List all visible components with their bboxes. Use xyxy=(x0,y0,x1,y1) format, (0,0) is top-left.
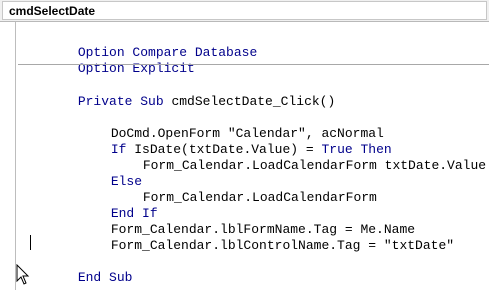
code-text: Form_Calendar.LoadCalendarForm txtDate.V… xyxy=(142,158,487,173)
code-line-end-if: End If xyxy=(64,191,158,221)
code-line-end-sub: End Sub xyxy=(31,255,133,285)
procedure-bar: cmdSelectDate xyxy=(0,0,489,22)
code-line-if: If IsDate(txtDate.Value) = True Then xyxy=(64,127,392,157)
keyword: Private Sub xyxy=(77,94,164,109)
procedure-dropdown-value: cmdSelectDate xyxy=(9,4,96,18)
code-editor[interactable]: Option Compare Database Option Explicit … xyxy=(0,22,489,290)
code-line-sub-header: Private Sub cmdSelectDate_Click() xyxy=(31,79,335,109)
code-text: Form_Calendar.LoadCalendarForm xyxy=(142,190,377,205)
margin-divider xyxy=(15,22,16,290)
mouse-pointer-icon xyxy=(16,263,30,286)
margin-indicator-bar[interactable] xyxy=(0,22,15,290)
code-line-option-explicit: Option Explicit xyxy=(31,46,195,76)
code-line-option-compare: Option Compare Database xyxy=(31,30,257,60)
code-window: cmdSelectDate Option Compare Database Op… xyxy=(0,0,489,290)
code-text: Form_Calendar.lblControlName.Tag = "txtD… xyxy=(110,238,455,253)
code-line-else: Else xyxy=(64,159,142,189)
keyword: End Sub xyxy=(77,270,133,285)
code-line-open-form: DoCmd.OpenForm "Calendar", acNormal xyxy=(64,111,384,141)
code-line-tag-form: Form_Calendar.lblFormName.Tag = Me.Name xyxy=(64,207,415,237)
code-text: cmdSelectDate_Click() xyxy=(163,94,336,109)
code-line-load-with-value: Form_Calendar.LoadCalendarForm txtDate.V… xyxy=(96,143,486,173)
text-caret xyxy=(30,235,31,250)
procedure-dropdown[interactable]: cmdSelectDate xyxy=(2,1,487,20)
code-line-tag-control: Form_Calendar.lblControlName.Tag = "txtD… xyxy=(64,223,454,253)
code-line-load-plain: Form_Calendar.LoadCalendarForm xyxy=(96,175,377,205)
procedure-separator xyxy=(18,64,489,65)
